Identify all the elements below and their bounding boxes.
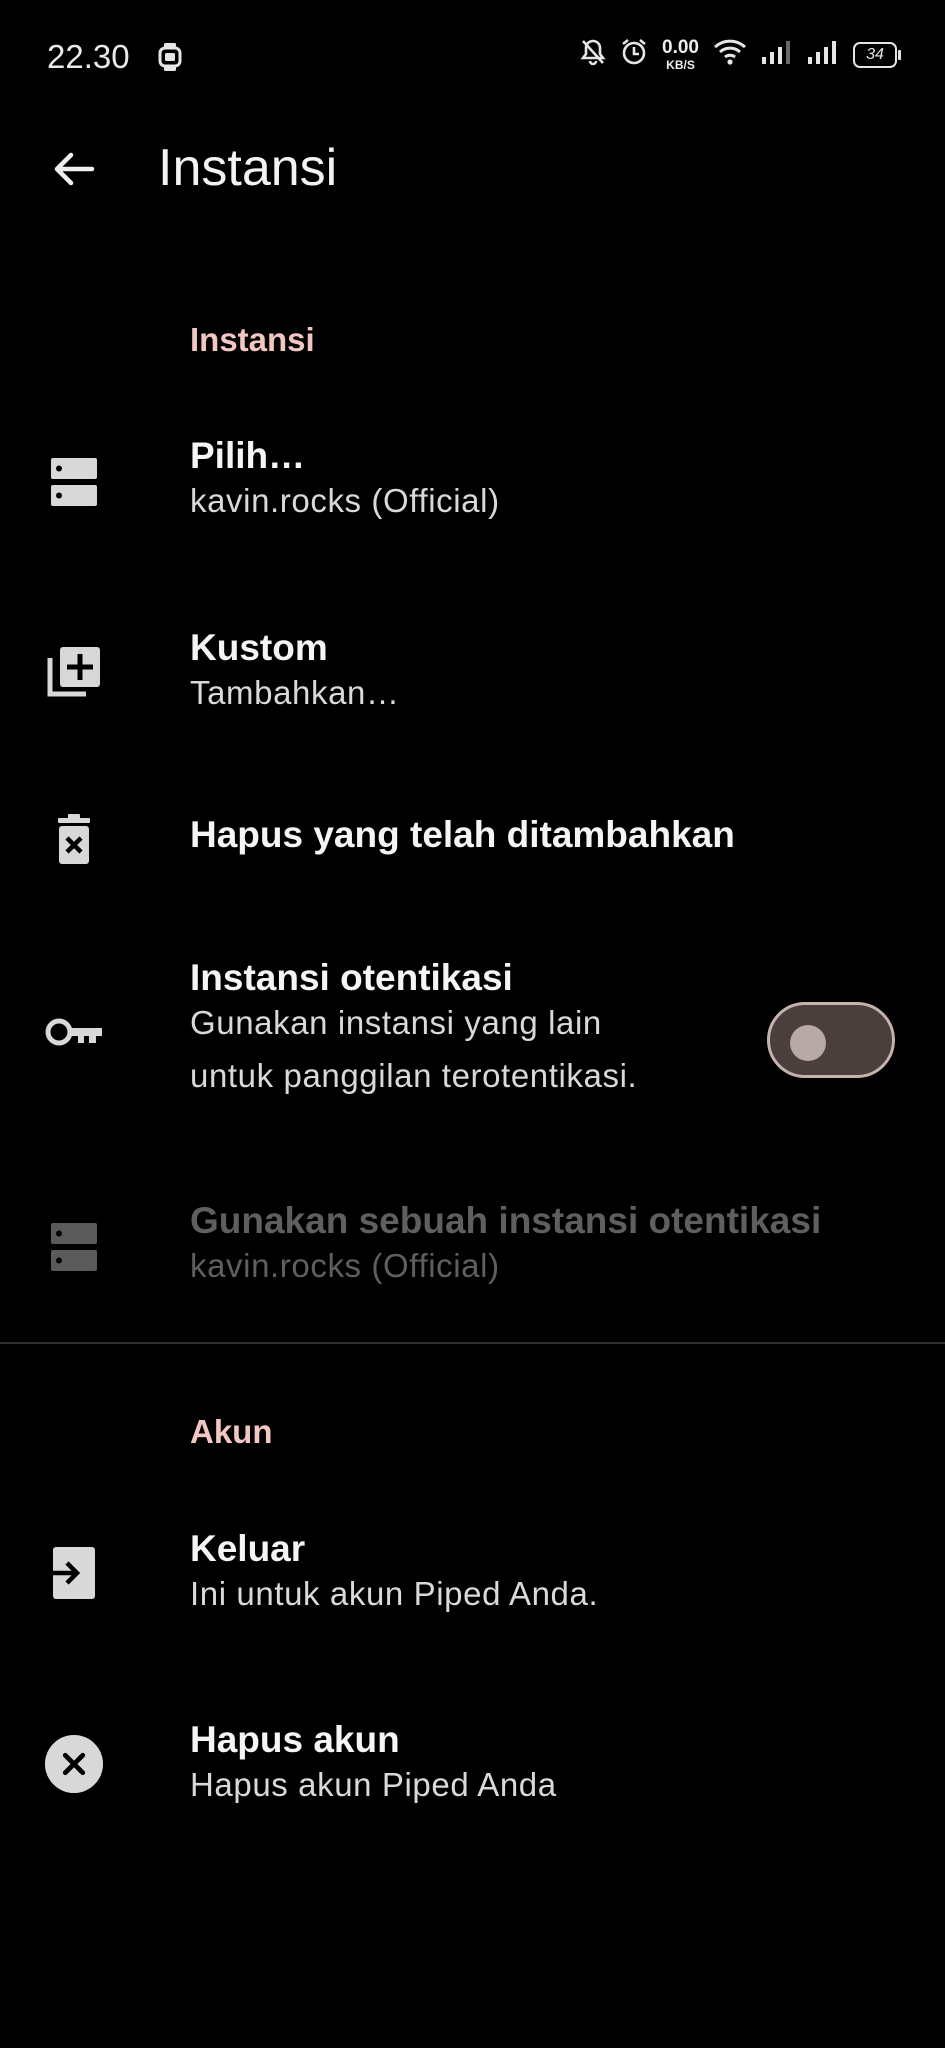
pref-title: Kustom [190, 627, 328, 668]
status-bar: 22.30 0.00 KB/S 34 [0, 0, 945, 118]
status-time: 22.30 [47, 38, 130, 75]
pref-select-instance[interactable]: Pilih… kavin.rocks (Official) [0, 420, 945, 560]
pref-title: Hapus akun [190, 1719, 400, 1760]
pref-clear-custom-instances[interactable]: Hapus yang telah ditambahkan [0, 790, 945, 890]
pref-auth-instance[interactable]: Instansi otentikasi Gunakan instansi yan… [0, 942, 945, 1122]
section-header-instance: Instansi [190, 321, 315, 358]
logout-icon [44, 1543, 104, 1603]
net-speed-unit: KB/S [666, 58, 695, 72]
pref-summary: kavin.rocks (Official) [190, 482, 500, 519]
cancel-icon [44, 1734, 104, 1794]
server-icon [44, 452, 104, 512]
section-header-account: Akun [190, 1413, 273, 1450]
net-speed-value: 0.00 [662, 37, 699, 58]
pref-title: Keluar [190, 1528, 306, 1569]
pref-summary: Tambahkan… [190, 674, 400, 711]
mute-icon [580, 38, 606, 71]
pref-title: Gunakan sebuah instansi otentikasi [190, 1200, 822, 1241]
auth-instance-toggle[interactable] [767, 1002, 895, 1078]
pref-summary-line1: Gunakan instansi yang lain [190, 1004, 602, 1041]
delete-icon [44, 810, 104, 870]
pref-summary-line2: untuk panggilan terotentikasi. [190, 1057, 638, 1094]
pref-summary: kavin.rocks (Official) [190, 1247, 500, 1284]
section-divider [0, 1342, 945, 1344]
pref-summary: Hapus akun Piped Anda [190, 1766, 557, 1803]
battery-level: 34 [866, 45, 884, 63]
status-icons: 0.00 KB/S 34 [580, 38, 901, 71]
pref-custom-instance[interactable]: Kustom Tambahkan… [0, 612, 945, 752]
page-title: Instansi [158, 139, 338, 197]
signal-icon [761, 39, 793, 70]
pref-title: Hapus yang telah ditambahkan [190, 814, 735, 855]
pref-logout[interactable]: Keluar Ini untuk akun Piped Anda. [0, 1513, 945, 1653]
watch-icon [157, 42, 183, 77]
pref-title: Pilih… [190, 435, 306, 476]
arrow-back-icon [50, 146, 96, 197]
battery-indicator: 34 [853, 41, 901, 68]
wifi-icon [713, 38, 747, 71]
pref-select-auth-instance: Gunakan sebuah instansi otentikasi kavin… [0, 1185, 945, 1325]
server-icon [44, 1217, 104, 1277]
app-bar: Instansi [0, 118, 945, 222]
pref-summary: Ini untuk akun Piped Anda. [190, 1575, 599, 1612]
library-add-icon [44, 642, 104, 702]
net-speed: 0.00 KB/S [662, 38, 699, 71]
pref-delete-account[interactable]: Hapus akun Hapus akun Piped Anda [0, 1704, 945, 1844]
alarm-icon [620, 38, 648, 71]
key-icon [44, 1002, 104, 1062]
signal-icon [807, 39, 839, 70]
pref-title: Instansi otentikasi [190, 957, 513, 998]
toggle-thumb [790, 1025, 826, 1061]
back-button[interactable] [46, 144, 100, 198]
